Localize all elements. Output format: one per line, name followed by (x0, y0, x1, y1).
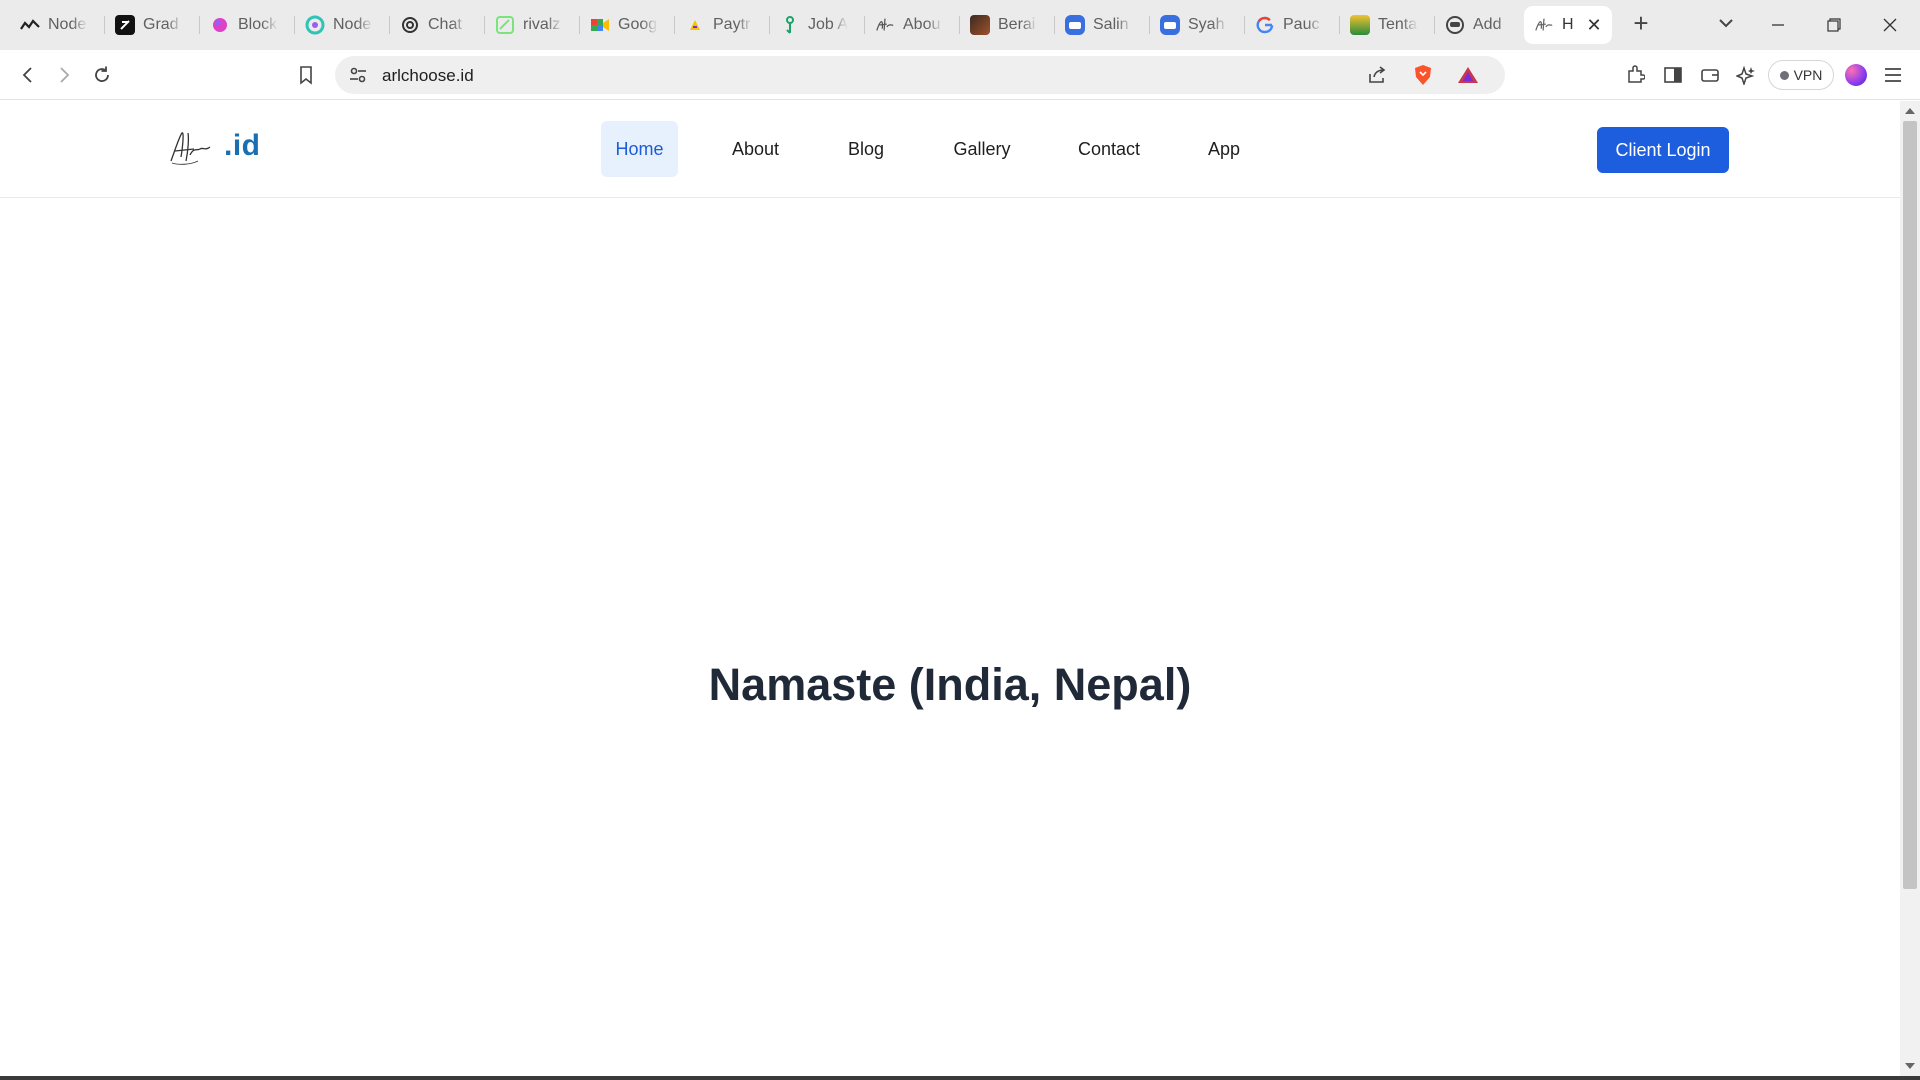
minimize-button[interactable] (1750, 0, 1806, 50)
reload-button[interactable] (88, 62, 116, 88)
close-tab-icon[interactable]: ✕ (1584, 15, 1604, 35)
profile-avatar[interactable] (1845, 64, 1867, 86)
browser-tab[interactable]: Berai (960, 6, 1055, 44)
tab-label: H (1562, 16, 1574, 33)
browser-tab[interactable]: Block (200, 6, 295, 44)
new-tab-button[interactable]: + (1627, 10, 1655, 38)
browser-tab-strip: Node Grad Block Node Chat rivalz Goog Pa… (0, 0, 1920, 50)
tab-label: Node (333, 16, 372, 33)
browser-tab[interactable]: Salin (1055, 6, 1150, 44)
salin-icon (1065, 15, 1085, 35)
add-icon (1445, 15, 1465, 35)
tab-label: Syah (1188, 16, 1225, 33)
site-header: .id Home About Blog Gallery Contact App … (0, 101, 1900, 198)
browser-tab[interactable]: Abou (865, 6, 960, 44)
scroll-down-icon[interactable] (1905, 1062, 1915, 1070)
tab-label: Tenta (1378, 16, 1418, 33)
tab-label: Pauc (1283, 16, 1320, 33)
bookmark-icon[interactable] (292, 62, 320, 88)
tab-label: Block (238, 16, 278, 33)
page-viewport: .id Home About Blog Gallery Contact App … (0, 101, 1900, 1076)
url-text: arlchoose.id (382, 66, 474, 85)
leo-ai-icon[interactable] (1732, 62, 1760, 88)
share-icon[interactable] (1367, 65, 1387, 90)
nav-blog[interactable]: Blog (836, 121, 896, 177)
browser-tab[interactable]: Tenta (1340, 6, 1435, 44)
tab-label: Job A (808, 16, 848, 33)
tab-search-icon[interactable] (1715, 12, 1737, 34)
client-login-button[interactable]: Client Login (1597, 127, 1729, 173)
nav-app[interactable]: App (1196, 121, 1252, 177)
browser-tab[interactable]: Goog (580, 6, 675, 44)
browser-tab[interactable]: Pauc (1245, 6, 1340, 44)
nav-about[interactable]: About (719, 121, 792, 177)
vpn-button[interactable]: VPN (1768, 60, 1834, 90)
browser-tab[interactable]: Grad (105, 6, 200, 44)
forward-button[interactable] (50, 62, 78, 88)
site-settings-icon[interactable] (348, 65, 368, 90)
browser-tab[interactable]: Job A (770, 6, 865, 44)
syah-icon (1160, 15, 1180, 35)
signature-logo-icon (170, 132, 211, 165)
browser-tab[interactable]: Add (1435, 6, 1530, 44)
node-icon (20, 15, 40, 35)
browser-tab[interactable]: Syah (1150, 6, 1245, 44)
wallet-icon[interactable] (1696, 62, 1724, 88)
window-bottom-edge (0, 1076, 1920, 1080)
logo-text: .id (224, 129, 261, 162)
block-icon (210, 15, 230, 35)
chatgpt-icon (400, 15, 420, 35)
tab-label: Add (1473, 16, 1502, 33)
berai-icon (970, 15, 990, 35)
paytr-icon (685, 15, 705, 35)
vpn-status-icon (1779, 70, 1789, 80)
tab-label: Salin (1093, 16, 1129, 33)
page-scrollbar[interactable] (1900, 101, 1920, 1076)
brave-shield-icon[interactable] (1413, 64, 1433, 91)
brave-rewards-icon[interactable] (1457, 66, 1479, 89)
signature-icon (875, 15, 895, 35)
google-icon (1255, 15, 1275, 35)
back-button[interactable] (14, 62, 42, 88)
browser-toolbar: arlchoose.id VPN (0, 50, 1920, 100)
tab-label: Chat (428, 16, 462, 33)
nav-contact[interactable]: Contact (1067, 121, 1151, 177)
grad-icon (115, 15, 135, 35)
tenta-icon (1350, 15, 1370, 35)
vpn-label: VPN (1793, 67, 1823, 83)
tab-label: Abou (903, 16, 941, 33)
browser-tab[interactable]: rivalz (485, 6, 580, 44)
sidebar-icon[interactable] (1659, 62, 1687, 88)
site-logo[interactable]: .id (168, 125, 261, 167)
browser-tab[interactable]: Node (10, 6, 105, 44)
hero-title: Namaste (India, Nepal) (708, 659, 1192, 710)
scrollbar-thumb[interactable] (1903, 121, 1917, 889)
browser-tab[interactable]: Chat (390, 6, 485, 44)
tab-label: Berai (998, 16, 1036, 33)
node-icon (305, 15, 325, 35)
close-window-button[interactable] (1862, 0, 1918, 50)
address-bar[interactable]: arlchoose.id (335, 56, 1505, 94)
scroll-up-icon[interactable] (1905, 107, 1915, 115)
nav-gallery[interactable]: Gallery (942, 121, 1022, 177)
extensions-icon[interactable] (1621, 62, 1649, 88)
rivalz-icon (495, 15, 515, 35)
job-icon (780, 15, 800, 35)
restore-button[interactable] (1806, 0, 1862, 50)
browser-tab[interactable]: Paytr (675, 6, 770, 44)
tab-label: Node (48, 16, 87, 33)
tab-label: Goog (618, 16, 658, 33)
tab-label: rivalz (523, 16, 561, 33)
signature-icon (1534, 15, 1554, 35)
tab-label: Grad (143, 16, 179, 33)
tab-label: Paytr (713, 16, 751, 33)
browser-tab[interactable]: Node (295, 6, 390, 44)
active-browser-tab[interactable]: H ✕ (1524, 6, 1612, 44)
menu-icon[interactable] (1879, 62, 1907, 88)
google-meet-icon (590, 15, 610, 35)
nav-home[interactable]: Home (601, 121, 678, 177)
